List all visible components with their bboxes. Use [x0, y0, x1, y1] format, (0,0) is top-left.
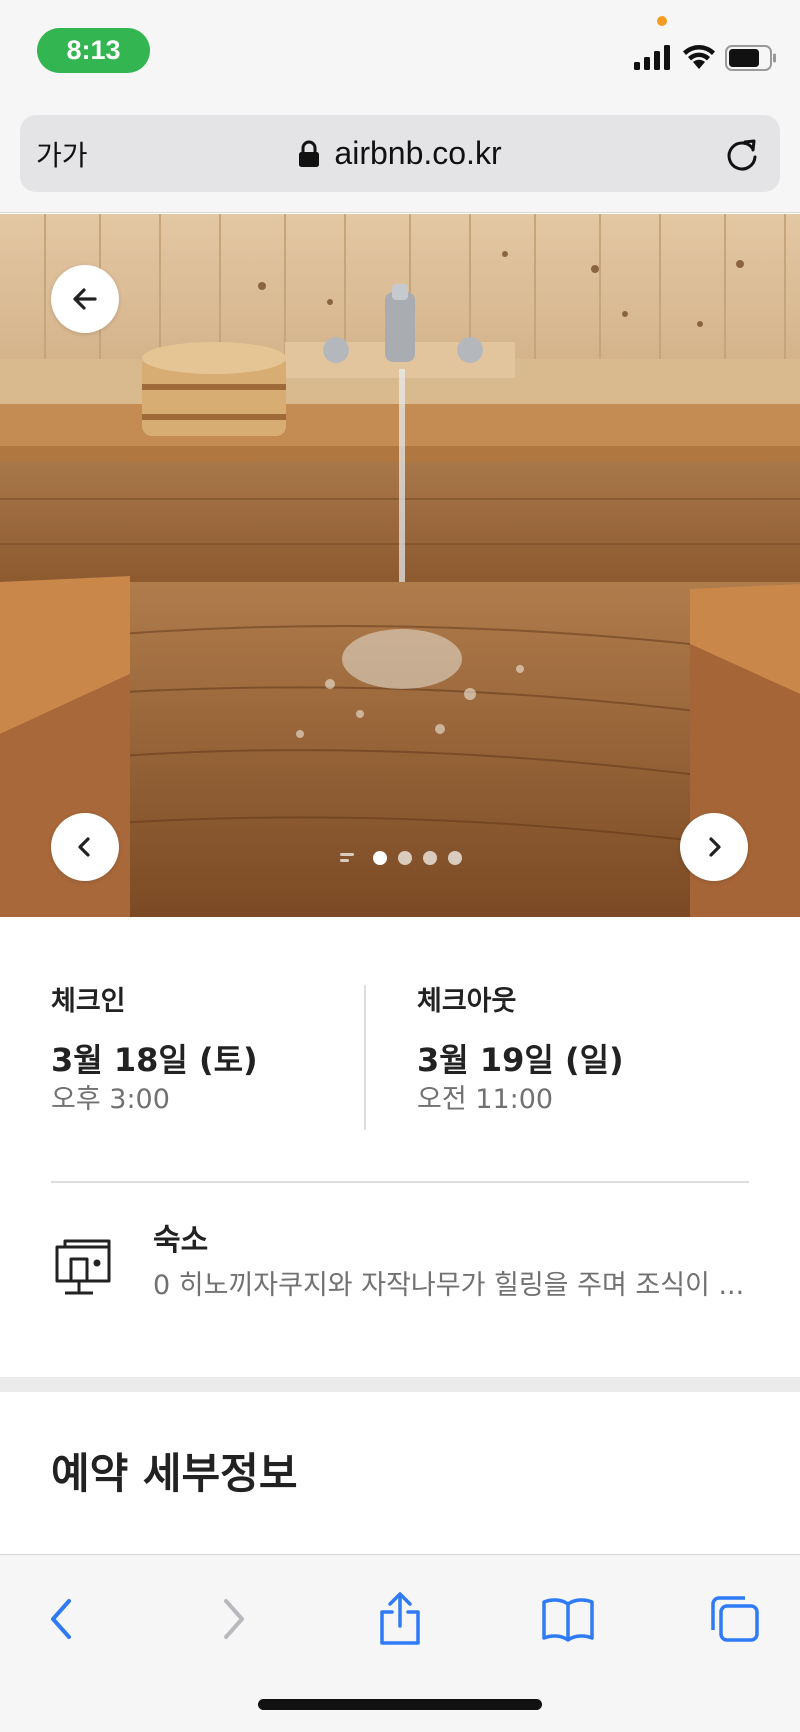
carousel-pagination: [340, 850, 470, 866]
property-title: 숙소: [153, 1223, 209, 1258]
carousel-dot[interactable]: [423, 851, 437, 865]
battery-icon: [725, 45, 776, 71]
url-text: airbnb.co.kr: [334, 135, 502, 171]
reload-icon[interactable]: [723, 135, 761, 173]
url-display[interactable]: airbnb.co.kr: [20, 115, 780, 192]
checkout-date: 3월 19일 (일): [417, 1041, 624, 1079]
reservation-details-heading: 예약 세부정보: [51, 1449, 298, 1498]
status-bar: 8:13: [0, 0, 800, 100]
checkout-info: 체크아웃 3월 19일 (일) 오전 11:00: [417, 982, 747, 1118]
bookmarks-button[interactable]: [538, 1589, 598, 1649]
section-divider: [51, 1181, 749, 1183]
property-row[interactable]: 숙소 0 히노끼자쿠지와 자작나무가 힐링을 주며 조식이 ...: [51, 1217, 751, 1327]
tabs-icon: [711, 1596, 759, 1642]
bookmarks-icon: [542, 1598, 594, 1642]
checkin-date: 3월 18일 (토): [51, 1041, 258, 1079]
browser-address-area: 가가 airbnb.co.kr: [0, 100, 800, 213]
wifi-icon: [683, 45, 715, 69]
back-button[interactable]: [51, 265, 119, 333]
browser-back-button[interactable]: [32, 1589, 92, 1649]
next-photo-button[interactable]: [680, 813, 748, 881]
home-indicator[interactable]: [258, 1699, 542, 1710]
privacy-indicator-dot: [657, 16, 667, 26]
section-separator: [0, 1377, 800, 1392]
previous-photo-button[interactable]: [51, 813, 119, 881]
chevron-right-icon: [709, 837, 721, 857]
carousel-dot-partial: [340, 853, 354, 862]
back-icon: [51, 1599, 71, 1639]
address-bar[interactable]: 가가 airbnb.co.kr: [20, 115, 780, 192]
property-description: 0 히노끼자쿠지와 자작나무가 힐링을 주며 조식이 ...: [153, 1270, 745, 1301]
share-button[interactable]: [370, 1589, 430, 1649]
checkin-label: 체크인: [51, 986, 126, 1017]
hinoki-bath-photo: [0, 214, 800, 917]
stay-summary: 체크인 3월 18일 (토) 오후 3:00 체크아웃 3월 19일 (일) 오…: [0, 917, 800, 1377]
tabs-button[interactable]: [705, 1589, 765, 1649]
checkout-label: 체크아웃: [417, 986, 517, 1017]
column-divider: [364, 985, 366, 1130]
carousel-dot-active[interactable]: [373, 851, 387, 865]
share-icon: [380, 1592, 420, 1645]
checkin-time: 오후 3:00: [51, 1084, 170, 1115]
browser-forward-button[interactable]: [203, 1589, 263, 1649]
lock-icon: [299, 140, 320, 167]
back-arrow-icon: [73, 288, 97, 310]
carousel-dot[interactable]: [448, 851, 462, 865]
status-time[interactable]: 8:13: [37, 28, 150, 73]
checkin-info: 체크인 3월 18일 (토) 오후 3:00: [51, 982, 351, 1118]
signal-icon: [634, 45, 670, 70]
building-icon: [55, 1239, 111, 1295]
carousel-dot[interactable]: [398, 851, 412, 865]
checkout-time: 오전 11:00: [417, 1084, 554, 1115]
chevron-left-icon: [78, 837, 90, 857]
listing-photo-carousel[interactable]: [0, 214, 800, 917]
forward-icon: [224, 1599, 244, 1639]
